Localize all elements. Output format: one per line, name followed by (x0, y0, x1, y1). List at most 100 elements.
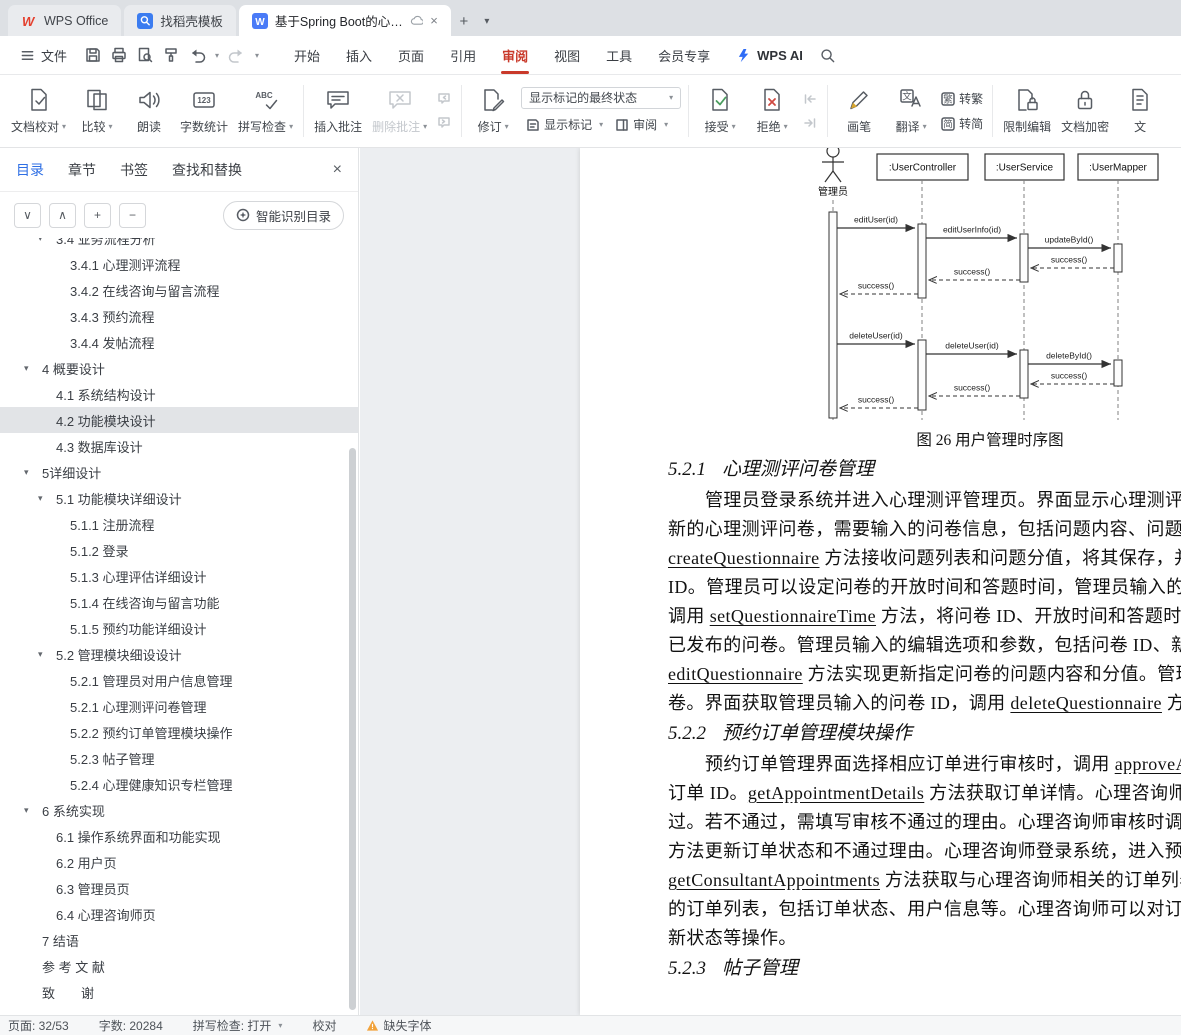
zoom-in-button[interactable]: + (84, 203, 111, 228)
read-aloud-button[interactable]: 朗读 (123, 80, 175, 142)
insert-comment-button[interactable]: 插入批注 (309, 80, 367, 142)
menu-item[interactable]: 引用 (437, 36, 489, 74)
toc-item[interactable]: 5.2.1 管理员对用户信息管理 (0, 667, 358, 693)
format-painter-button[interactable] (159, 42, 183, 68)
document-page[interactable]: 管理员 :UserController :UserService (580, 148, 1181, 1015)
toc-item[interactable]: 3.4.1 心理测评流程 (0, 251, 358, 277)
menu-item[interactable]: 页面 (385, 36, 437, 74)
toc-item[interactable]: ▾5.2 管理模块细设设计 (0, 641, 358, 667)
redo-button[interactable] (225, 42, 249, 68)
word-count-button[interactable]: 123 字数统计 (175, 80, 233, 142)
restrict-editing-button[interactable]: 限制编辑 (998, 80, 1056, 142)
tab-document-active[interactable]: W 基于Spring Boot的心理健康 × (239, 5, 451, 36)
toc-item[interactable]: 5.1.5 预约功能详细设计 (0, 615, 358, 641)
collapse-arrow-icon[interactable]: ▾ (24, 805, 42, 816)
wps-ai-button[interactable]: WPS AI (737, 36, 803, 74)
markup-state-select[interactable]: 显示标记的最终状态 ▾ (521, 87, 681, 109)
toc-item[interactable]: ▾3.4 业务流程分析 (0, 238, 358, 251)
search-button[interactable] (819, 36, 836, 74)
menu-item[interactable]: 插入 (333, 36, 385, 74)
toc-item[interactable]: 4.1 系统结构设计 (0, 381, 358, 407)
toc-item[interactable]: ▾6 系统实现 (0, 797, 358, 823)
toc-item[interactable]: 参 考 文 献 (0, 953, 358, 979)
file-menu-button[interactable]: 文件 (10, 36, 77, 74)
toc-item[interactable]: ▾5.1 功能模块详细设计 (0, 485, 358, 511)
review-pane-button[interactable]: 审阅▾ (610, 114, 673, 136)
toc-item[interactable]: 7 结语 (0, 927, 358, 953)
smart-toc-button[interactable]: 智能识别目录 (223, 201, 344, 230)
menu-item[interactable]: 工具 (593, 36, 645, 74)
undo-dropdown-icon[interactable]: ▾ (211, 51, 223, 60)
reject-button[interactable]: 拒绝▾ (746, 80, 798, 142)
toc-item[interactable]: 4.2 功能模块设计 (0, 407, 358, 433)
sidebar-tab-find-replace[interactable]: 查找和替换 (172, 160, 242, 180)
toc-item[interactable]: ▾5详细设计 (0, 459, 358, 485)
tab-list-dropdown-icon[interactable]: ▾ (477, 6, 497, 36)
sequence-diagram-figure[interactable]: 管理员 :UserController :UserService (805, 148, 1175, 426)
toc-item[interactable]: 致 谢 (0, 979, 358, 1005)
menu-item[interactable]: 审阅 (489, 36, 541, 74)
previous-comment-button[interactable] (432, 89, 456, 109)
collapse-arrow-icon[interactable]: ▾ (24, 363, 42, 374)
close-sidebar-icon[interactable]: × (333, 161, 342, 179)
toc-item[interactable]: 6.4 心理咨询师页 (0, 901, 358, 927)
sidebar-tab-bookmarks[interactable]: 书签 (120, 160, 148, 180)
encrypt-document-button[interactable]: 文档加密 (1056, 80, 1114, 142)
save-button[interactable] (81, 42, 105, 68)
proofread-status-button[interactable]: 校对 (312, 1017, 336, 1034)
toc-item[interactable]: ▾4 概要设计 (0, 355, 358, 381)
delete-comment-button[interactable]: 删除批注▾ (367, 80, 432, 142)
expand-all-button[interactable]: ∨ (14, 203, 41, 228)
toc-item[interactable]: 4.3 数据库设计 (0, 433, 358, 459)
toc-item[interactable]: 5.1.4 在线咨询与留言功能 (0, 589, 358, 615)
track-changes-button[interactable]: 修订▾ (467, 80, 519, 142)
toc-item[interactable]: 3.4.3 预约流程 (0, 303, 358, 329)
show-markup-button[interactable]: 显示标记▾ (521, 114, 608, 136)
to-simplified-button[interactable]: 简 转简 (937, 113, 987, 134)
spell-check-button[interactable]: ABC 拼写检查▾ (233, 80, 298, 142)
tab-wps-office[interactable]: W WPS Office (8, 5, 121, 36)
toc-item[interactable]: 5.2.1 心理测评问卷管理 (0, 693, 358, 719)
sidebar-tab-contents[interactable]: 目录 (16, 160, 44, 180)
toc-item[interactable]: 6.2 用户页 (0, 849, 358, 875)
accept-button[interactable]: 接受▾ (694, 80, 746, 142)
toc-item[interactable]: 6.1 操作系统界面和功能实现 (0, 823, 358, 849)
toc-item[interactable]: 5.1.3 心理评估详细设计 (0, 563, 358, 589)
next-comment-button[interactable] (432, 113, 456, 133)
print-preview-button[interactable] (133, 42, 157, 68)
collapse-arrow-icon[interactable]: ▾ (38, 493, 56, 504)
toc-item[interactable]: 5.2.2 预约订单管理模块操作 (0, 719, 358, 745)
collapse-arrow-icon[interactable]: ▾ (24, 467, 42, 478)
toc-item[interactable]: 5.1.1 注册流程 (0, 511, 358, 537)
next-change-button[interactable] (798, 113, 822, 133)
document-permission-button[interactable]: 文 (1114, 80, 1166, 142)
spellcheck-indicator[interactable]: 拼写检查: 打开 ▾ (193, 1017, 283, 1034)
toc-item[interactable]: 5.2.3 帖子管理 (0, 745, 358, 771)
zoom-out-button[interactable]: − (119, 203, 146, 228)
proofread-button[interactable]: 文档校对▾ (6, 80, 71, 142)
translate-button[interactable]: 文 翻译▾ (885, 80, 937, 142)
new-tab-button[interactable]: + (451, 6, 477, 36)
menu-item[interactable]: 会员专享 (645, 36, 723, 74)
collapse-all-button[interactable]: ∧ (49, 203, 76, 228)
previous-change-button[interactable] (798, 89, 822, 109)
sidebar-scrollbar-thumb[interactable] (349, 448, 356, 1010)
toc-item[interactable]: 3.4.2 在线咨询与留言流程 (0, 277, 358, 303)
page-indicator[interactable]: 页面: 32/53 (8, 1017, 69, 1034)
toc-item[interactable]: 3.4.4 发帖流程 (0, 329, 358, 355)
compare-button[interactable]: 比较▾ (71, 80, 123, 142)
menu-item[interactable]: 视图 (541, 36, 593, 74)
word-count-indicator[interactable]: 字数: 20284 (99, 1017, 163, 1034)
undo-button[interactable] (185, 42, 209, 68)
pen-button[interactable]: 画笔 (833, 80, 885, 142)
to-traditional-button[interactable]: 繁 转繁 (937, 88, 987, 109)
redo-dropdown-icon[interactable]: ▾ (251, 51, 263, 60)
print-button[interactable] (107, 42, 131, 68)
toc-item[interactable]: 5.2.4 心理健康知识专栏管理 (0, 771, 358, 797)
toc-item[interactable]: 5.1.2 登录 (0, 537, 358, 563)
close-tab-icon[interactable]: × (430, 13, 438, 28)
tab-docer-template[interactable]: 找稻壳模板 (124, 5, 236, 36)
missing-font-warning[interactable]: 缺失字体 (366, 1017, 431, 1034)
collapse-arrow-icon[interactable]: ▾ (38, 649, 56, 660)
collapse-arrow-icon[interactable]: ▾ (38, 238, 56, 244)
